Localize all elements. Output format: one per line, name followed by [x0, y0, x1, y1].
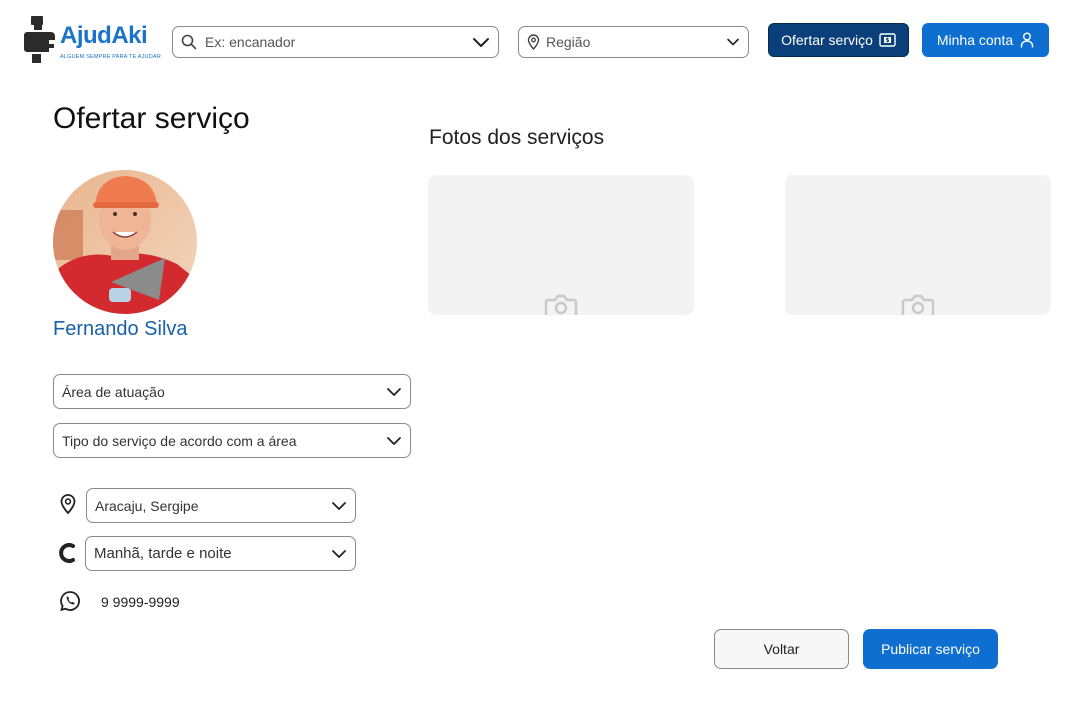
svg-text:$: $: [885, 37, 889, 44]
hand-logo-icon: [24, 16, 55, 63]
my-account-label: Minha conta: [936, 32, 1014, 48]
photo-slot[interactable]: [428, 175, 694, 315]
search-placeholder: Ex: encanador: [205, 34, 296, 50]
page-title: Ofertar serviço: [53, 102, 250, 135]
user-icon: [1020, 32, 1034, 48]
my-account-button[interactable]: Minha conta: [922, 23, 1049, 57]
camera-icon: [544, 294, 578, 315]
region-placeholder: Região: [546, 34, 591, 50]
camera-icon: [901, 294, 935, 315]
photos-section-title: Fotos dos serviços: [429, 126, 605, 149]
chevron-down-icon[interactable]: [386, 436, 402, 446]
region-select[interactable]: Região: [518, 26, 749, 58]
brand-name: AjudAki: [60, 22, 148, 49]
publish-service-button[interactable]: Publicar serviço: [863, 629, 998, 669]
user-name: Fernando Silva: [53, 318, 188, 340]
avatar[interactable]: [53, 170, 197, 314]
service-type-value: Tipo do serviço de acordo com a área: [62, 432, 297, 449]
area-select[interactable]: Área de atuação: [53, 374, 411, 409]
area-select-value: Área de atuação: [62, 383, 165, 400]
location-select[interactable]: Aracaju, Sergipe: [86, 488, 356, 523]
profile-photo: [53, 170, 197, 314]
back-button[interactable]: Voltar: [714, 629, 849, 669]
money-icon: $: [879, 33, 896, 47]
availability-select[interactable]: Manhã, tarde e noite: [85, 536, 356, 571]
availability-value: Manhã, tarde e noite: [94, 545, 232, 562]
location-pin-icon: [60, 494, 76, 515]
chevron-down-icon[interactable]: [472, 36, 490, 48]
chevron-down-icon[interactable]: [331, 549, 347, 559]
brand-tagline: ALGUEM SEMPRE PARA TE AJUDAR: [60, 54, 162, 60]
location-value: Aracaju, Sergipe: [95, 497, 199, 514]
service-type-select[interactable]: Tipo do serviço de acordo com a área: [53, 423, 411, 458]
phone-number: 9 9999-9999: [101, 594, 180, 610]
chevron-down-icon[interactable]: [331, 501, 347, 511]
whatsapp-icon: [60, 591, 80, 612]
search-icon: [181, 34, 197, 50]
search-input[interactable]: Ex: encanador: [172, 26, 499, 58]
offer-service-label: Ofertar serviço: [781, 32, 873, 48]
photo-slot[interactable]: [785, 175, 1051, 315]
chevron-down-icon[interactable]: [726, 37, 740, 47]
clock-icon: [59, 543, 75, 563]
offer-service-button[interactable]: Ofertar serviço $: [768, 23, 909, 57]
location-pin-icon: [527, 34, 540, 50]
chevron-down-icon[interactable]: [386, 387, 402, 397]
brand-logo[interactable]: AjudAki ALGUEM SEMPRE PARA TE AJUDAR: [24, 16, 164, 66]
